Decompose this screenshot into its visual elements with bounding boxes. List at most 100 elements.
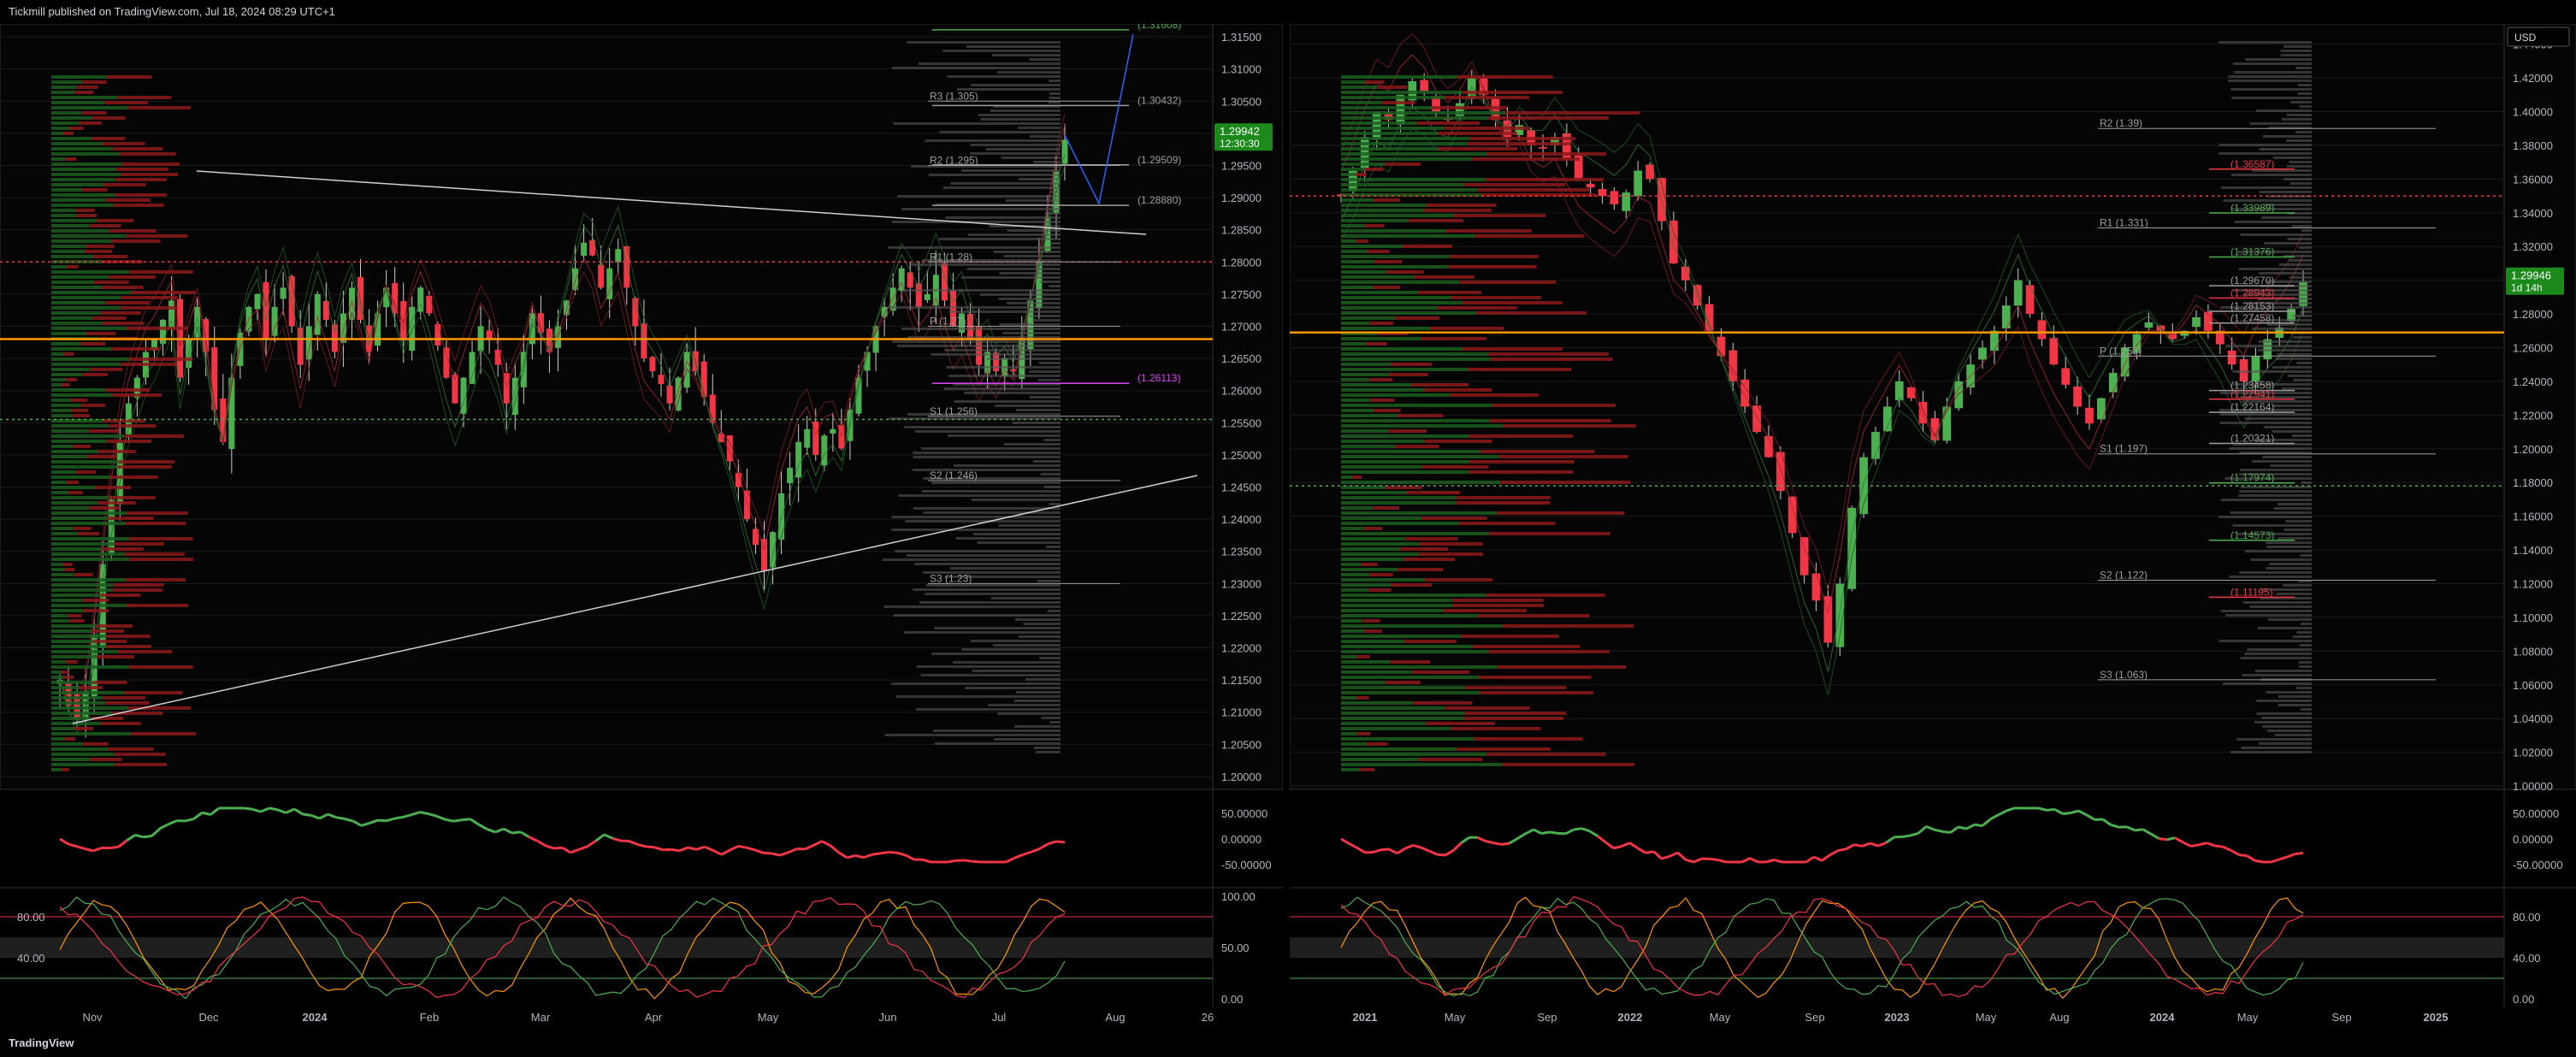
level-label: (1.11195) [2230,586,2273,598]
volume-profile-bar [1341,424,1504,428]
session-profile-bar [1038,362,1061,364]
volume-profile-bar [1418,291,1481,294]
session-profile-bar [2286,139,2312,142]
volume-profile-bar [95,486,131,489]
volume-profile-bar [1419,542,1483,546]
volume-profile-bar [51,768,62,771]
volume-profile-bar [1341,660,1391,664]
session-profile-bar [2230,751,2312,753]
volume-profile-bar [51,650,118,653]
volume-profile-bar [51,670,62,674]
volume-profile-bar [51,742,83,746]
volume-profile-bar [1356,696,1369,700]
volume-profile-bar [51,378,66,381]
session-profile-bar [1049,97,1061,99]
volume-profile-bar [124,552,185,556]
volume-profile-bar [1464,712,1566,715]
volume-profile-bar [51,255,93,258]
volume-profile-bar [1478,676,1592,679]
session-profile-bar [2301,623,2312,625]
volume-profile-bar [1341,640,1405,643]
session-profile-bar [2259,148,2312,151]
volume-profile-bar [1341,573,1370,576]
volume-profile-bar [51,168,116,171]
volume-profile-bar [1341,665,1498,669]
session-profile-bar [2257,627,2312,629]
volume-profile-bar [1341,352,1489,356]
volume-profile-bar [51,593,101,597]
volume-profile-bar [69,619,85,623]
volume-profile-bar [115,193,168,197]
volume-profile-bar [1374,260,1403,263]
session-profile-bar [882,558,1061,561]
session-profile-bar [1029,396,1061,399]
session-profile-bar [971,84,1061,86]
volume-profile-bar [1341,650,1489,653]
session-profile-bar [954,400,1061,403]
session-profile-bar [995,404,1061,407]
right-chart-weekly[interactable]: 1.440001.420001.400001.380001.360001.340… [1290,24,2576,1031]
volume-profile-bar [106,645,151,648]
session-profile-bar [1019,178,1061,180]
oscillator-segment [1853,843,1863,847]
volume-profile-bar [51,434,125,438]
oscillator-segment [1958,825,1967,830]
session-profile-bar [967,233,1061,236]
volume-profile-bar [1341,291,1419,294]
session-profile-bar [2244,417,2312,420]
volume-profile-bar [1341,501,1456,505]
volume-profile-bar [1361,563,1378,566]
volume-profile-bar [1472,645,1580,648]
session-profile-bar [1014,725,1061,728]
session-profile-bar [893,614,1061,617]
session-profile-bar [2266,691,2312,694]
volume-profile-bar [1341,470,1469,474]
volume-profile-bar [100,722,141,725]
session-profile-bar [999,323,1061,326]
candle-body [804,428,811,448]
session-profile-bar [2260,216,2312,219]
session-profile-bar [2264,242,2312,245]
volume-profile-bar [51,363,121,366]
y-tick-label: 1.27500 [1221,288,1261,301]
session-profile-bar [2280,50,2312,52]
volume-profile-bar [51,491,69,494]
volume-profile-bar [1368,588,1391,592]
session-profile-bar [2280,54,2312,56]
volume-profile-bar [1366,342,1387,345]
volume-profile-bar [51,322,103,325]
session-profile-bar [2233,71,2312,74]
volume-profile-bar [97,450,136,453]
oscillator-segment [1056,840,1066,844]
candle-body [1396,94,1405,125]
volume-profile-bar [1341,552,1420,556]
session-profile-bar [1032,460,1061,463]
volume-profile-bar [51,486,96,489]
volume-profile-bar [92,316,127,320]
candle-body [194,306,201,338]
session-profile-bar [986,148,1061,151]
volume-profile-bar [1448,265,1537,269]
session-profile-bar [2262,135,2312,138]
candle-body [2061,368,2071,385]
volume-profile-bar [82,188,108,192]
volume-profile-bar [51,727,75,730]
oscillator-segment [2190,843,2200,848]
volume-profile-bar [51,747,108,751]
oscillator-tick-label: 0.00000 [1221,833,1261,846]
session-profile-bar [2221,186,2312,189]
left-chart-daily[interactable]: 1.315001.310001.305001.300001.295001.290… [0,24,1283,1031]
volume-profile-bar [1341,127,1445,130]
volume-profile-bar [1505,111,1640,115]
session-profile-bar [2296,631,2312,634]
candle-body [1610,191,1619,204]
volume-profile-bar [79,121,102,125]
session-profile-bar [2289,161,2312,163]
volume-profile-bar [1359,768,1375,771]
volume-profile-bar [1450,296,1541,299]
volume-profile-bar [1469,137,1576,140]
oscillator-segment [671,847,680,853]
volume-profile-bar [1369,378,1393,381]
volume-profile-bar [1370,399,1395,402]
y-tick-label: 1.26000 [1221,385,1261,398]
